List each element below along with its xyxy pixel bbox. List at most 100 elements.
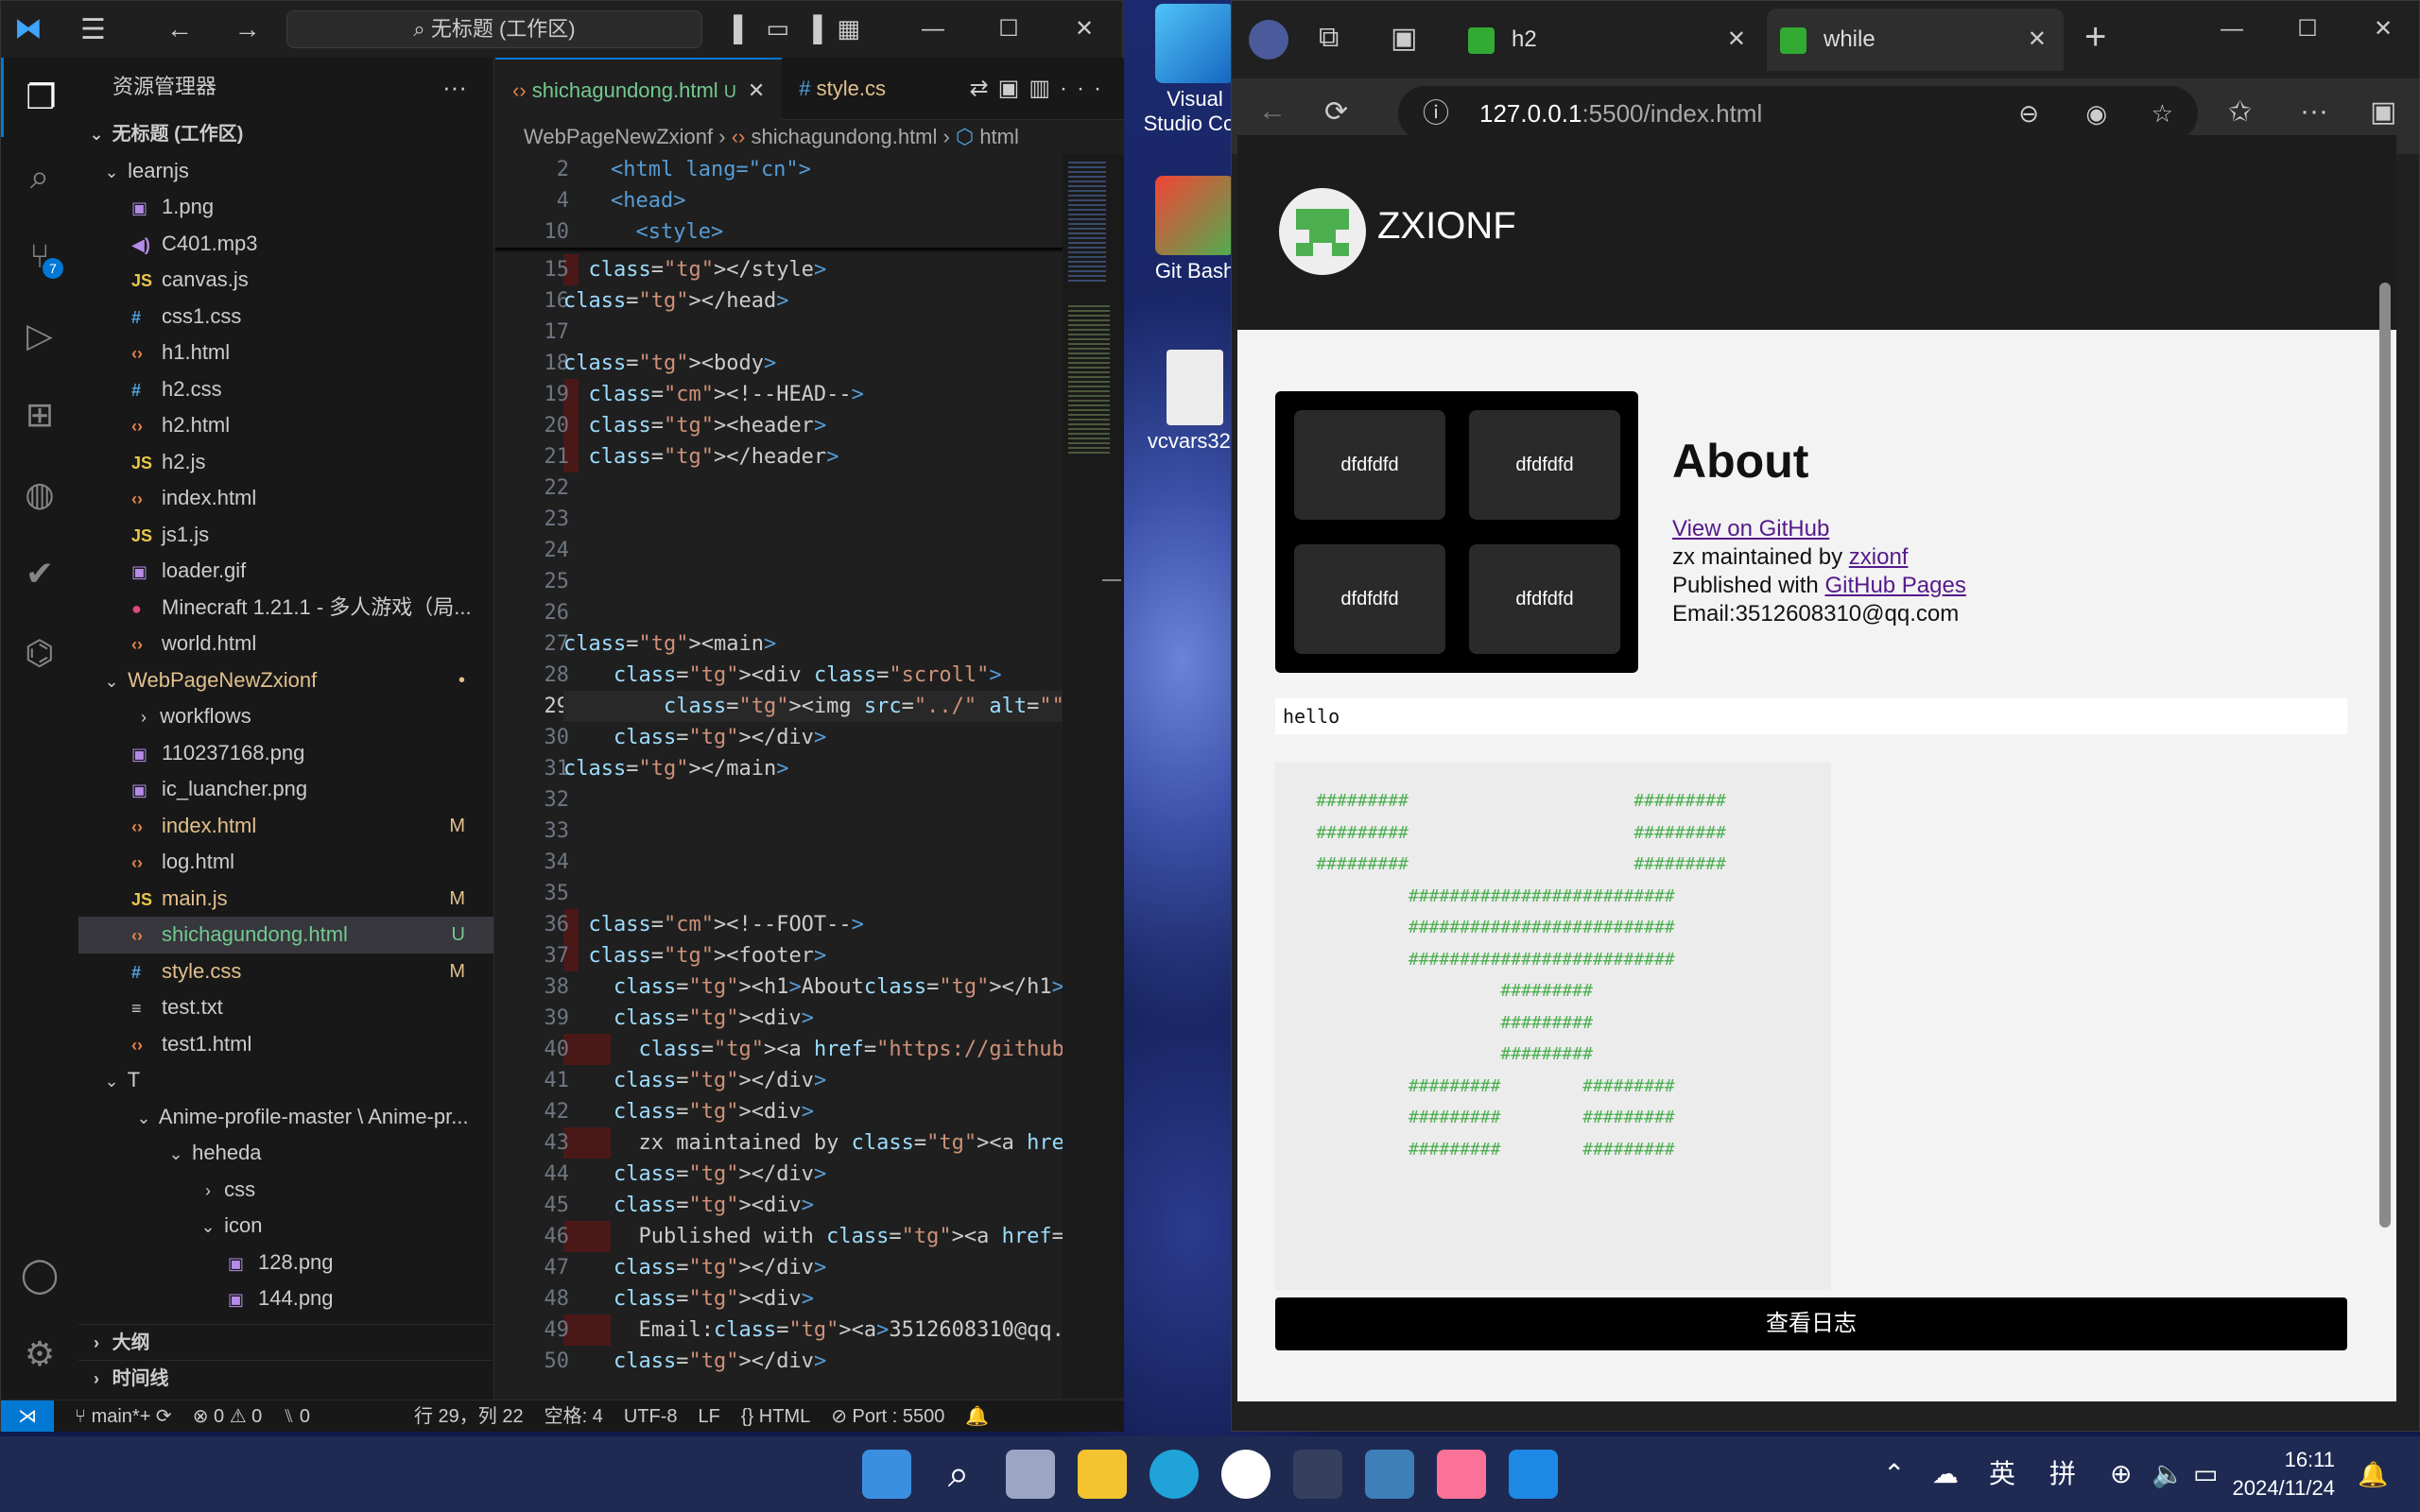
browser-tab-h2[interactable]: h2 ✕ xyxy=(1455,9,1763,71)
tree-file[interactable]: ‹› test1.html xyxy=(78,1026,493,1063)
tree-file[interactable]: JS main.js M xyxy=(78,881,493,918)
browser-tab-while[interactable]: while ✕ xyxy=(1767,9,2064,71)
search-icon[interactable]: ⌕ xyxy=(934,1450,983,1499)
source-control-icon[interactable]: ⑂ 7 xyxy=(1,216,78,296)
editor-actions[interactable]: ⇄▣▥··· xyxy=(970,58,1124,119)
tree-folder[interactable]: › workflows xyxy=(78,698,493,735)
code-line[interactable]: class="tg"><footer> xyxy=(563,940,827,971)
tree-file[interactable]: ▣ loader.gif xyxy=(78,553,493,590)
tab-shichagundong[interactable]: ‹› shichagundong.html U ✕ xyxy=(495,58,783,120)
close-tab-icon[interactable]: ✕ xyxy=(748,78,765,102)
start-icon[interactable] xyxy=(862,1450,911,1499)
search-icon[interactable]: ⌕ xyxy=(1,137,78,216)
network-icon[interactable]: ⊕ xyxy=(2110,1436,2132,1512)
code-line[interactable]: class="tg"><div> xyxy=(563,1096,814,1127)
tree-file[interactable]: ‹› index.html xyxy=(78,480,493,517)
timeline-section[interactable]: › 时间线 xyxy=(78,1360,493,1397)
tree-file[interactable]: ‹› index.html M xyxy=(78,808,493,845)
more-actions-icon[interactable]: ··· xyxy=(442,58,467,116)
nav-arrows[interactable]: ← → xyxy=(166,14,278,44)
remote-indicator-icon[interactable]: ⋊ xyxy=(1,1400,54,1432)
edge-app-icon[interactable]: ◉ xyxy=(2085,86,2107,141)
language-mode[interactable]: {} HTML xyxy=(741,1400,810,1432)
favorite-star-icon[interactable]: ☆ xyxy=(2152,86,2173,141)
code-line[interactable]: class="tg"></head> xyxy=(563,285,788,317)
ime-mode[interactable]: 拼 xyxy=(2049,1436,2076,1512)
maximize-icon[interactable]: ☐ xyxy=(971,1,1046,58)
tree-folder[interactable]: ⌄ icon xyxy=(78,1208,493,1245)
site-info-icon[interactable]: ⓘ xyxy=(1423,86,1449,141)
account-icon[interactable]: ◯ xyxy=(1,1235,78,1314)
tree-file[interactable]: ‹› shichagundong.html U xyxy=(78,917,493,954)
profile-avatar[interactable] xyxy=(1249,20,1288,60)
code-line[interactable]: class="tg"><main> xyxy=(563,628,776,660)
tree-file[interactable]: ‹› world.html xyxy=(78,626,493,662)
settings-gear-icon[interactable]: ⚙ xyxy=(1,1314,78,1394)
code-line[interactable]: class="tg"><div class="scroll"> xyxy=(563,660,1002,691)
tab-actions-icon[interactable]: ▣ xyxy=(1391,22,1417,55)
extensions-icon[interactable]: ⊞ xyxy=(1,375,78,455)
battery-icon[interactable]: ▭ xyxy=(2193,1436,2218,1512)
close-tab-icon[interactable]: ✕ xyxy=(1727,9,1746,71)
vscode-taskbar-icon[interactable] xyxy=(1509,1450,1558,1499)
github-link[interactable]: View on GitHub xyxy=(1672,516,1829,541)
tree-folder[interactable]: ⌄ heheda xyxy=(78,1135,493,1172)
tree-file[interactable]: ◀) C401.mp3 xyxy=(78,226,493,263)
code-line[interactable]: class="tg"><header> xyxy=(563,410,827,441)
code-line[interactable]: class="tg"><img src="../" alt=""> xyxy=(563,691,1063,722)
file-explorer-icon[interactable] xyxy=(1078,1450,1127,1499)
code-line[interactable]: class="tg"><body> xyxy=(563,348,776,379)
minimize-icon[interactable]: — xyxy=(2194,1,2270,58)
run-debug-icon[interactable]: ▷ xyxy=(1,296,78,375)
tree-file[interactable]: ▣ 110237168.png xyxy=(78,735,493,772)
code-line[interactable]: class="tg"></style> xyxy=(563,254,827,285)
github-pages-link[interactable]: GitHub Pages xyxy=(1824,573,1965,598)
encoding[interactable]: UTF-8 xyxy=(624,1400,678,1432)
menu-icon[interactable]: ☰ xyxy=(80,13,106,46)
app-icon[interactable] xyxy=(1365,1450,1414,1499)
line-ending[interactable]: LF xyxy=(699,1400,720,1432)
tree-file[interactable]: ▣ 128.png xyxy=(78,1245,493,1281)
code-line[interactable]: class="tg"><div> xyxy=(563,1190,814,1221)
sticky-scroll-line[interactable]: <style> xyxy=(611,216,723,248)
task-view-icon[interactable] xyxy=(1006,1450,1055,1499)
notification-bell-icon[interactable]: 🔔 xyxy=(2358,1436,2388,1512)
bilibili-icon[interactable] xyxy=(1437,1450,1486,1499)
workspaces-icon[interactable]: ⧉ xyxy=(1319,22,1339,54)
view-log-button[interactable]: 查看日志 xyxy=(1275,1297,2347,1350)
cursor-position[interactable]: 行 29，列 22 xyxy=(414,1400,524,1432)
clock[interactable]: 16:11 2024/11/24 xyxy=(2233,1446,2335,1503)
testing-icon[interactable]: ✔ xyxy=(1,534,78,613)
breadcrumb-file[interactable]: shichagundong.html xyxy=(751,125,937,148)
sticky-scroll-line[interactable]: <head> xyxy=(611,185,685,216)
tree-file[interactable]: JS js1.js xyxy=(78,517,493,554)
maintainer-link[interactable]: zxionf xyxy=(1849,544,1909,570)
notifications-bell-icon[interactable]: 🔔 xyxy=(965,1400,989,1432)
code-line[interactable]: class="tg"><div> xyxy=(563,1283,814,1314)
code-line[interactable]: class="tg"></div> xyxy=(563,1252,826,1283)
tree-folder[interactable]: ⌄ Anime-profile-master \ Anime-pr... xyxy=(78,1099,493,1136)
settings-more-icon[interactable]: ··· xyxy=(2300,95,2328,128)
qq-icon[interactable] xyxy=(1221,1450,1270,1499)
unity-icon[interactable] xyxy=(1293,1450,1342,1499)
sidebar-icon[interactable]: ▣ xyxy=(2370,95,2396,129)
explorer-icon[interactable]: ❐ xyxy=(1,58,78,137)
code-line[interactable]: Published with class="tg"><a href="https… xyxy=(563,1221,1063,1252)
code-line[interactable]: class="tg"></main> xyxy=(563,753,788,784)
python-icon[interactable]: ⌬ xyxy=(1,613,78,693)
tree-file[interactable]: ≡ test.txt xyxy=(78,989,493,1026)
code-line[interactable]: class="tg"></div> xyxy=(563,1159,826,1190)
code-line[interactable]: Email:class="tg"><a>3512608310@qq.comcla… xyxy=(563,1314,1063,1346)
new-tab-icon[interactable]: + xyxy=(2084,16,2106,59)
zoom-icon[interactable]: ⊖ xyxy=(2018,86,2039,141)
tree-file[interactable]: ▣ ic_luancher.png xyxy=(78,771,493,808)
code-line[interactable]: class="tg"></div> xyxy=(563,1346,826,1377)
remote-icon[interactable]: ◍ xyxy=(1,455,78,534)
ports-count[interactable]: ⑊ 0 xyxy=(283,1400,310,1432)
code-line[interactable]: class="tg"></div> xyxy=(563,722,826,753)
problems-count[interactable]: ⊗ 0 ⚠ 0 xyxy=(193,1400,263,1432)
code-line[interactable]: class="tg"><a href="https://github.com/z… xyxy=(563,1034,1063,1065)
back-icon[interactable]: ← xyxy=(1258,95,1287,128)
maximize-icon[interactable]: ☐ xyxy=(2270,1,2345,58)
tree-file[interactable]: ▣ 1.png xyxy=(78,189,493,226)
